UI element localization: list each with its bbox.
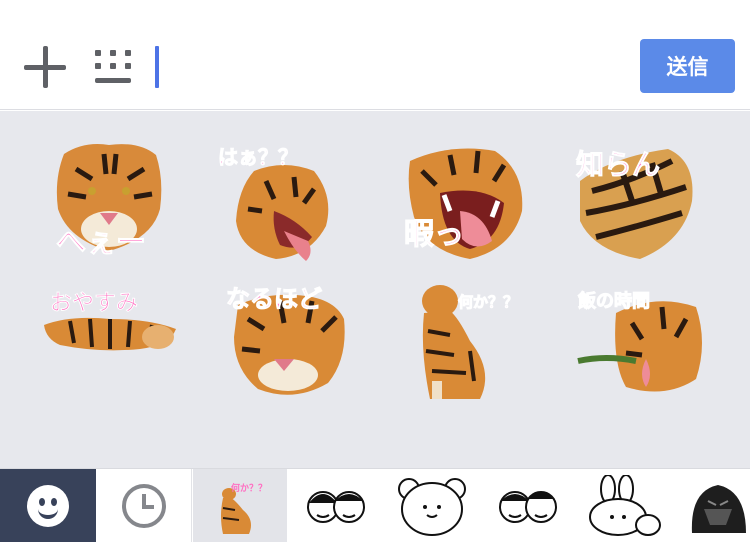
sticker-caption: 知らん — [575, 148, 661, 182]
tab-pack-bear[interactable] — [384, 469, 480, 542]
sticker-tiger-oyasumi[interactable]: おやすみ — [40, 285, 180, 365]
tab-pack-rabbit[interactable] — [576, 469, 672, 542]
sticker-tiger-hee[interactable]: へぇー — [44, 139, 174, 264]
tab-pack-helmet[interactable] — [672, 469, 750, 542]
sticker-tiger-haa[interactable]: はぁ？？ — [214, 141, 344, 266]
sticker-tiger-hima[interactable]: 暇っ — [400, 141, 530, 266]
tab-pack-duo[interactable] — [480, 469, 576, 542]
tab-tiger-pack[interactable]: 何か？？ — [193, 469, 287, 542]
sticker-caption: 飯の時間 — [578, 291, 651, 313]
sticker-tab-bar: 何か？？ — [0, 468, 750, 542]
sticker-tiger-nanika[interactable]: 何か？？ — [410, 281, 540, 406]
send-button[interactable]: 送信 — [640, 39, 735, 93]
keypad-icon[interactable] — [95, 50, 131, 84]
rabbit-icon — [589, 475, 661, 536]
sticker-caption: 暇っ — [404, 217, 465, 253]
tab-tiger-caption: 何か？？ — [231, 484, 268, 494]
sticker-caption: なるほど — [226, 285, 323, 314]
clock-icon — [121, 484, 166, 528]
helmet-icon — [691, 485, 746, 533]
smiley-icon — [27, 485, 69, 527]
sticker-tiger-naruhodo[interactable]: なるほど — [224, 279, 354, 404]
plus-icon[interactable] — [24, 46, 66, 88]
tab-emoji[interactable] — [0, 469, 96, 542]
duo-faces-icon — [499, 491, 557, 523]
sticker-caption: へぇー — [56, 225, 147, 261]
couple-faces-icon — [307, 491, 365, 523]
sticker-caption: 何か？？ — [457, 293, 519, 312]
sticker-tiger-shiran[interactable]: 知らん — [572, 141, 702, 266]
sticker-caption: はぁ？？ — [218, 145, 299, 170]
tab-recent[interactable] — [96, 469, 192, 542]
message-text-input[interactable] — [155, 46, 159, 88]
sticker-caption: おやすみ — [49, 291, 139, 317]
bear-face-icon — [398, 478, 466, 536]
sticker-tiger-meshi[interactable]: 飯の時間 — [576, 283, 710, 408]
sticker-panel: へぇー はぁ？？ 暇っ 知らん おやすみ なるほど 何か？？ 飯の時間 — [0, 111, 750, 468]
tab-pack-couple[interactable] — [288, 469, 384, 542]
message-input-bar: 送信 — [0, 0, 750, 110]
